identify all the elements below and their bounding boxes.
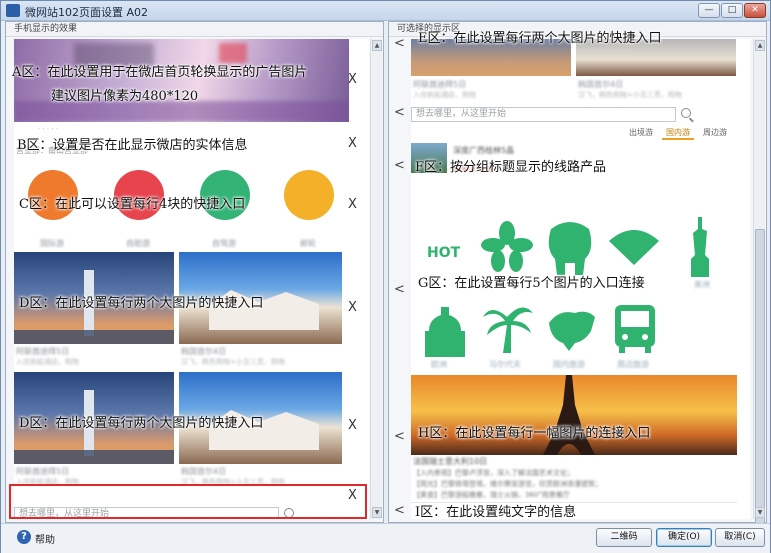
b-remove-button[interactable]: X bbox=[348, 136, 357, 151]
a-zone-label: A区：在此设置用于在微店首页轮换显示的广告图片 bbox=[12, 65, 308, 80]
right-scroll-up-icon[interactable]: ▲ bbox=[755, 40, 765, 51]
g-europe-icon bbox=[425, 307, 465, 357]
tab-nearby[interactable]: 周边游 bbox=[699, 128, 731, 138]
right-search-input[interactable]: 想去哪里，从这里开始 bbox=[411, 107, 676, 122]
tab-domestic[interactable]: 国内游 bbox=[662, 128, 694, 140]
dialog-footer: ? 帮助 二维码 确定(O) 取消(C) bbox=[1, 523, 770, 553]
g-zone-label: G区：在此设置每行5个图片的入口连接 bbox=[418, 276, 645, 291]
g-add-button[interactable]: < bbox=[394, 282, 405, 297]
d2-remove-button[interactable]: X bbox=[348, 418, 357, 433]
h-zone-label: H区：在此设置每行一幅图片的连接入口 bbox=[418, 426, 651, 441]
cancel-button[interactable]: 取消(C) bbox=[715, 528, 765, 547]
left-scrollbar[interactable]: ▲ ▼ bbox=[370, 39, 382, 519]
e-add-button[interactable]: < bbox=[394, 36, 405, 51]
right-scroll-thumb[interactable] bbox=[755, 229, 765, 524]
g-china-map-icon bbox=[549, 311, 595, 351]
selected-zone-highlight bbox=[9, 484, 367, 519]
d2-zone-label: D区：在此设置每行两个大图片的快捷入口 bbox=[19, 416, 264, 431]
e-zone-label: E区：在此设置每行两个大图片的快捷入口 bbox=[418, 31, 662, 46]
f-add-button[interactable]: < bbox=[394, 158, 405, 173]
g-elephant-icon bbox=[548, 222, 592, 275]
g-bauhinia-icon bbox=[481, 221, 533, 272]
app-icon bbox=[6, 4, 20, 17]
c-zone-label: C区：在此可以设置每行4块的快捷入口 bbox=[19, 197, 246, 212]
b-zone-label: B区：设置是否在此显示微店的实体信息 bbox=[17, 138, 248, 153]
g-bus-icon bbox=[615, 305, 655, 353]
h-add-button[interactable]: < bbox=[394, 429, 405, 444]
right-search-icon bbox=[681, 108, 691, 118]
g-hot-icon: HOT bbox=[427, 245, 461, 261]
a-zone-hint: 建议图片像素为480*120 bbox=[51, 89, 199, 104]
tab-outbound[interactable]: 出境游 bbox=[625, 128, 657, 138]
g-fan-icon bbox=[609, 230, 659, 265]
search-add-button[interactable]: < bbox=[394, 105, 405, 120]
left-panel-title: 手机显示的效果 bbox=[6, 22, 383, 37]
c-icon-cruise bbox=[284, 170, 334, 220]
help-icon[interactable]: ? bbox=[17, 530, 31, 544]
close-button[interactable]: ✕ bbox=[744, 3, 766, 18]
maximize-button[interactable]: □ bbox=[721, 3, 743, 18]
i-add-button[interactable]: < bbox=[394, 503, 405, 518]
right-scroll-down-icon[interactable]: ▼ bbox=[755, 507, 765, 518]
window-title: 微网站102页面设置 A02 bbox=[25, 6, 149, 19]
c-remove-button[interactable]: X bbox=[348, 197, 357, 212]
right-scrollbar[interactable]: ▲ ▼ bbox=[753, 39, 765, 524]
minimize-button[interactable]: — bbox=[698, 3, 720, 18]
ok-button[interactable]: 确定(O) bbox=[656, 528, 712, 547]
scroll-down-icon[interactable]: ▼ bbox=[372, 507, 382, 518]
scroll-up-icon[interactable]: ▲ bbox=[372, 40, 382, 51]
d1-remove-button[interactable]: X bbox=[348, 300, 357, 315]
title-bar: 微网站102页面设置 A02 — □ ✕ bbox=[1, 1, 770, 21]
i-zone-label: I区：在此设置纯文字的信息 bbox=[415, 505, 577, 520]
g-statue-icon bbox=[691, 217, 709, 277]
h-image bbox=[411, 375, 737, 455]
f-zone-label: F区：按分组标题显示的线路产品 bbox=[415, 160, 607, 175]
phone-preview: · · · · · 营业部：南山营业部 国际游 自助游 自驾游 邮轮 阿联酋迪拜… bbox=[14, 39, 369, 519]
dialog-window: 微网站102页面设置 A02 — □ ✕ 手机显示的效果 · · · · · 营… bbox=[0, 0, 771, 553]
d1-zone-label: D区：在此设置每行两个大图片的快捷入口 bbox=[19, 296, 264, 311]
a-banner-image bbox=[14, 39, 349, 122]
qrcode-button[interactable]: 二维码 bbox=[596, 528, 652, 547]
g-palm-icon bbox=[483, 307, 533, 353]
a-remove-button[interactable]: X bbox=[348, 72, 357, 87]
help-link[interactable]: 帮助 bbox=[35, 531, 55, 546]
